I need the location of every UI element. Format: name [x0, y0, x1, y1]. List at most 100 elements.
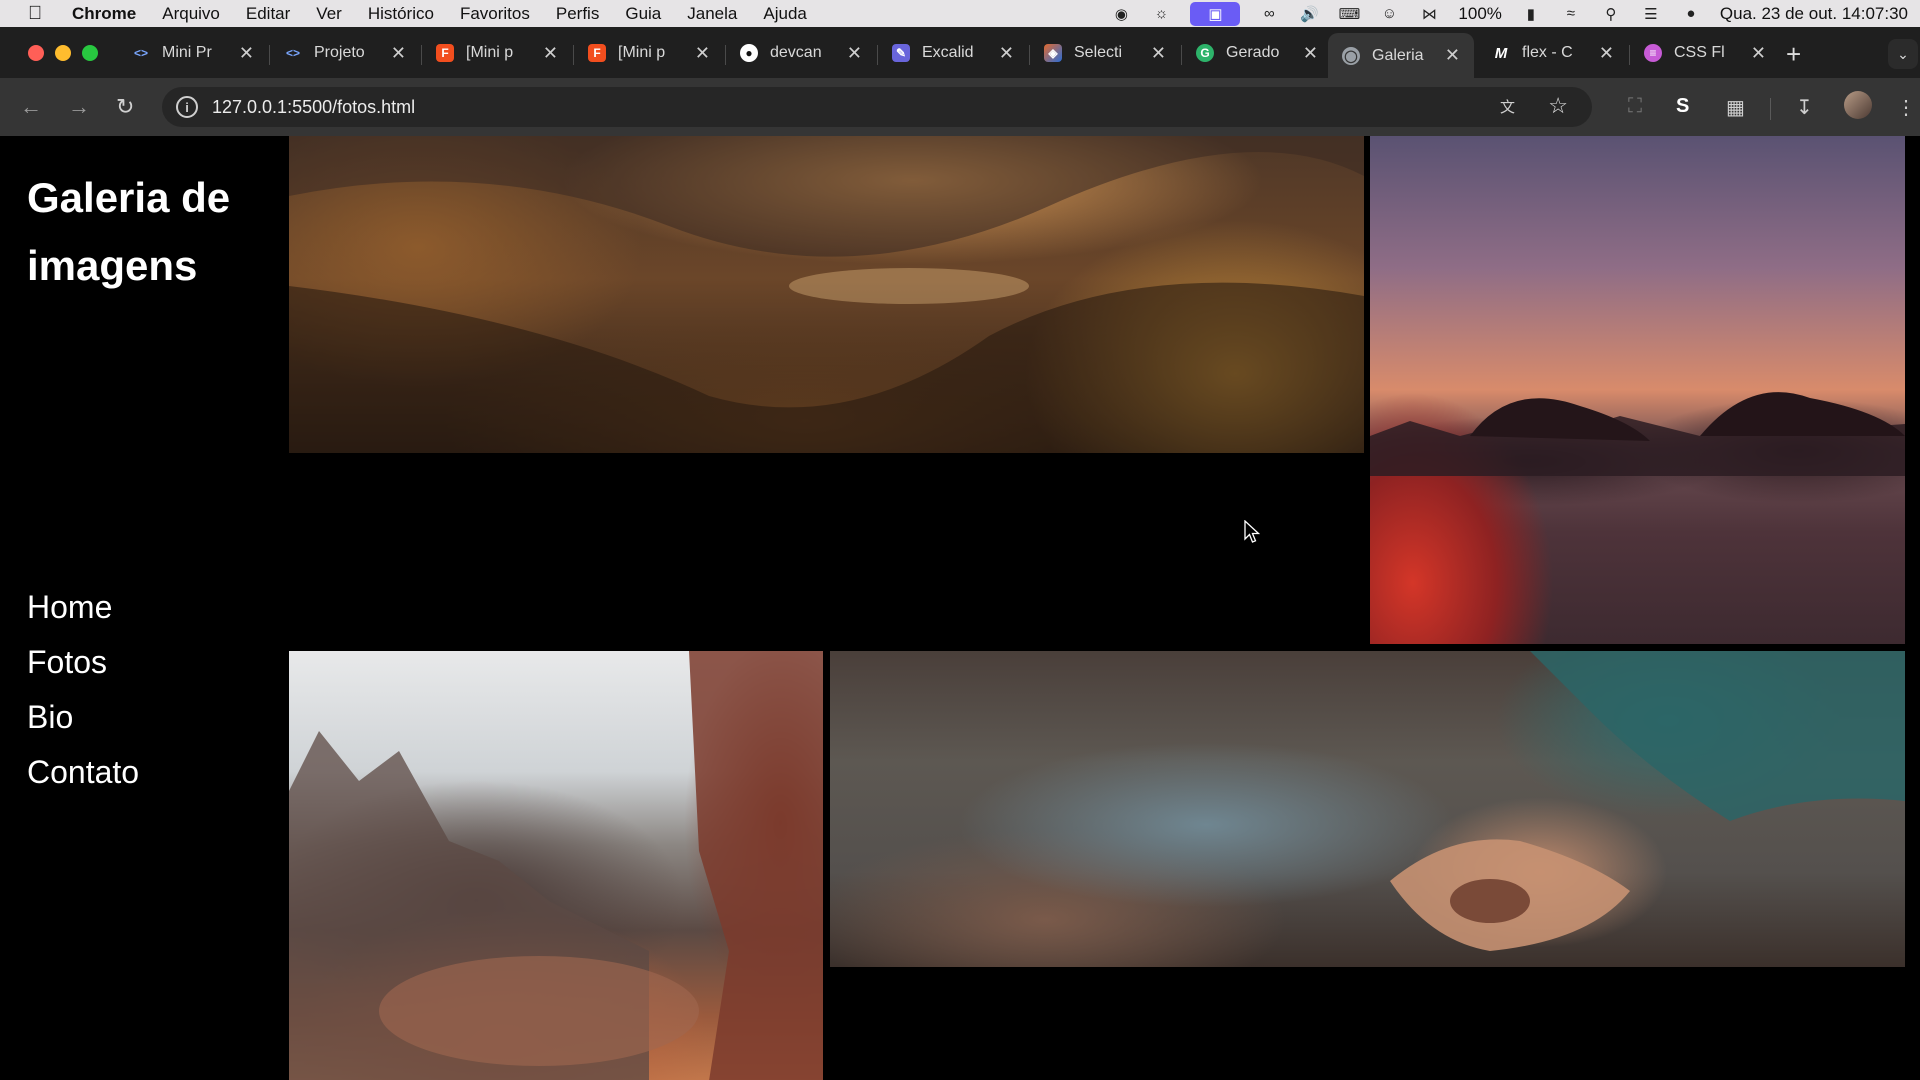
- menu-kebab-icon[interactable]: ⋮: [1896, 95, 1916, 120]
- extension-s-icon[interactable]: S: [1676, 95, 1689, 118]
- site-sidebar: Galeria de imagens Home Fotos Bio Contat…: [0, 136, 288, 1080]
- close-icon[interactable]: ✕: [1151, 43, 1166, 64]
- close-icon[interactable]: ✕: [1303, 43, 1318, 64]
- tab-figma-1[interactable]: F [Mini p ✕: [422, 33, 572, 73]
- menu-ajuda[interactable]: Ajuda: [763, 4, 806, 24]
- nav-link-home[interactable]: Home: [27, 580, 139, 635]
- clock[interactable]: Qua. 23 de out. 14:07:30: [1720, 4, 1908, 24]
- reload-icon[interactable]: ↻: [116, 94, 134, 120]
- profile-avatar[interactable]: [1844, 91, 1872, 119]
- tab-galeria-active[interactable]: ◯ Galeria ✕: [1328, 33, 1474, 78]
- tab-seletor[interactable]: ◈ Selecti ✕: [1030, 33, 1180, 73]
- volume-icon[interactable]: 🔊: [1298, 5, 1320, 23]
- menu-editar[interactable]: Editar: [246, 4, 290, 24]
- css-icon: ≡: [1644, 44, 1662, 62]
- search-icon[interactable]: ⚲: [1600, 5, 1622, 23]
- close-icon[interactable]: ✕: [847, 43, 862, 64]
- tab-title: Galeria: [1372, 46, 1424, 64]
- back-icon[interactable]: ←: [20, 94, 42, 120]
- photo-sunset-dunes[interactable]: [1370, 136, 1905, 644]
- url-text[interactable]: 127.0.0.1:5500/fotos.html: [212, 97, 415, 118]
- close-icon[interactable]: ✕: [239, 43, 254, 64]
- new-tab-icon[interactable]: +: [1786, 39, 1801, 70]
- download-icon[interactable]: ↧: [1796, 95, 1813, 120]
- window-minimize-button[interactable]: [55, 45, 71, 61]
- page-viewport: Galeria de imagens Home Fotos Bio Contat…: [0, 136, 1920, 1080]
- menu-app-chrome[interactable]: Chrome: [72, 4, 136, 24]
- hands-stones-texture: [1390, 651, 1905, 951]
- tab-title: flex - C: [1522, 44, 1573, 61]
- window-maximize-button[interactable]: [82, 45, 98, 61]
- nav-link-fotos[interactable]: Fotos: [27, 635, 139, 690]
- control-center-icon[interactable]: ☰: [1640, 5, 1662, 23]
- tab-title: Mini Pr: [162, 44, 212, 61]
- battery-icon[interactable]: ▮: [1520, 5, 1542, 23]
- close-icon[interactable]: ✕: [391, 43, 406, 64]
- close-icon[interactable]: ✕: [1599, 43, 1614, 64]
- nav-link-contato[interactable]: Contato: [27, 745, 139, 800]
- apple-icon[interactable]: : [28, 3, 48, 25]
- sunset-dunes-texture: [1370, 392, 1905, 476]
- forward-icon[interactable]: →: [68, 94, 90, 120]
- tab-css-flex[interactable]: ≡ CSS Fl ✕: [1630, 33, 1780, 73]
- code-brackets-icon: <>: [133, 46, 148, 60]
- close-icon[interactable]: ✕: [999, 43, 1014, 64]
- close-icon[interactable]: ✕: [695, 43, 710, 64]
- creative-cloud-icon[interactable]: ∞: [1258, 5, 1280, 23]
- translate-icon[interactable]: 文: [1500, 96, 1522, 118]
- photo-desert-valley[interactable]: [289, 136, 1364, 453]
- bluetooth-off-icon[interactable]: ⋈: [1418, 5, 1440, 23]
- photo-canyon-rocks[interactable]: [289, 651, 823, 1080]
- tab-title: Gerado: [1226, 44, 1280, 61]
- tab-mini-projeto-1[interactable]: <> Mini Pr ✕: [118, 33, 268, 73]
- tab-gerador[interactable]: G Gerado ✕: [1182, 33, 1332, 73]
- figma-icon: F: [436, 44, 454, 62]
- menu-guia[interactable]: Guia: [625, 4, 661, 24]
- tab-figma-2[interactable]: F [Mini p ✕: [574, 33, 724, 73]
- tab-title: [Mini p: [618, 44, 666, 61]
- screen-record-icon[interactable]: ◉: [1110, 5, 1132, 23]
- extensions-puzzle-icon[interactable]: ▦: [1726, 95, 1745, 120]
- close-icon[interactable]: ✕: [1445, 45, 1460, 66]
- battery-percent: 100%: [1458, 3, 1502, 23]
- user-icon[interactable]: ☺: [1378, 5, 1400, 23]
- tab-strip: <> Mini Pr ✕ <> Projeto ✕ F [Mini p ✕ F …: [0, 27, 1920, 78]
- nav-link-bio[interactable]: Bio: [27, 690, 139, 745]
- toolbar-divider: [1770, 98, 1771, 120]
- window-close-button[interactable]: [28, 45, 44, 61]
- address-bar[interactable]: i 127.0.0.1:5500/fotos.html 文 ☆: [162, 87, 1592, 127]
- globe-icon: ◯: [1342, 46, 1360, 65]
- tab-title: Projeto: [314, 44, 365, 61]
- tab-mdn-flex[interactable]: M flex - C ✕: [1478, 33, 1628, 73]
- menu-perfis[interactable]: Perfis: [556, 4, 599, 24]
- tab-search-icon[interactable]: ⌄: [1888, 39, 1918, 69]
- tab-title: [Mini p: [466, 44, 514, 61]
- close-icon[interactable]: ✕: [1751, 43, 1766, 64]
- mind-icon[interactable]: ☼: [1150, 5, 1172, 23]
- keyboard-icon[interactable]: ⌨: [1338, 5, 1361, 23]
- menu-favoritos[interactable]: Favoritos: [460, 4, 530, 24]
- macos-menubar:  Chrome Arquivo Editar Ver Histórico Fa…: [0, 0, 1920, 27]
- menu-ver[interactable]: Ver: [316, 4, 342, 24]
- desert-valley-texture: [289, 136, 1364, 453]
- menu-arquivo[interactable]: Arquivo: [162, 4, 220, 24]
- github-icon: ●: [740, 44, 758, 62]
- bookmark-star-icon[interactable]: ☆: [1548, 93, 1568, 119]
- siri-icon[interactable]: ●: [1680, 5, 1702, 23]
- screenshot-extension-icon[interactable]: ⛶: [1628, 95, 1642, 118]
- screen-share-icon[interactable]: ▣: [1190, 1, 1241, 26]
- browser-toolbar: ← → ↻ i 127.0.0.1:5500/fotos.html 文 ☆ ⛶ …: [0, 78, 1920, 136]
- tab-title: CSS Fl: [1674, 44, 1725, 61]
- photo-hands-stones[interactable]: [830, 651, 1905, 967]
- menu-janela[interactable]: Janela: [687, 4, 737, 24]
- tab-github[interactable]: ● devcan ✕: [726, 33, 876, 73]
- site-info-icon[interactable]: i: [176, 96, 198, 118]
- menu-historico[interactable]: Histórico: [368, 4, 434, 24]
- tab-excalidraw[interactable]: ✎ Excalid ✕: [878, 33, 1028, 73]
- status-area: ◉ ☼ ▣ ∞ 🔊 ⌨ ☺ ⋈ 100% ▮ ≈ ⚲ ☰ ● Qua. 23 d…: [1110, 0, 1908, 27]
- excalidraw-icon: ✎: [892, 44, 910, 62]
- tab-projeto[interactable]: <> Projeto ✕: [270, 33, 420, 73]
- close-icon[interactable]: ✕: [543, 43, 558, 64]
- tab-title: Excalid: [922, 44, 974, 61]
- wifi-icon[interactable]: ≈: [1560, 5, 1582, 23]
